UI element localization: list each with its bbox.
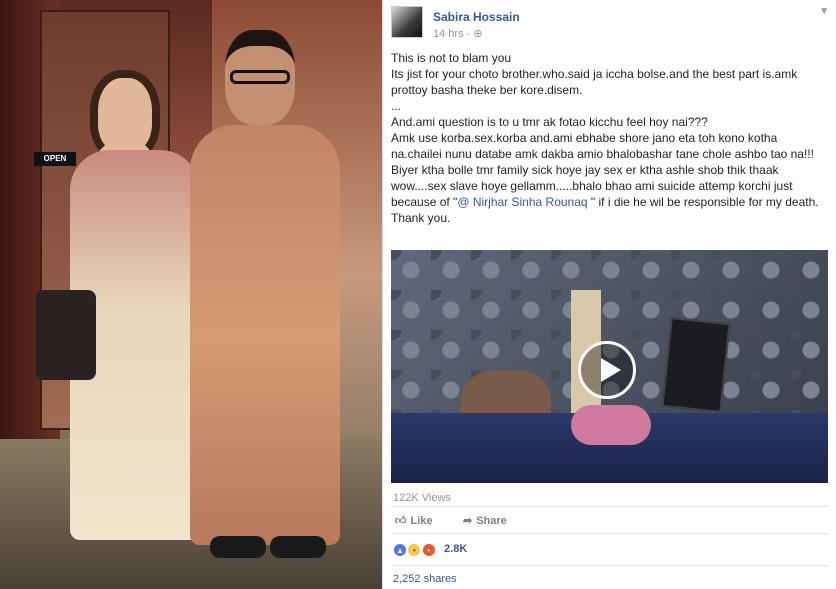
chevron-down-icon[interactable]: ▼: [819, 6, 829, 17]
video-phone: [661, 317, 731, 413]
shoe: [210, 536, 266, 558]
share-label: Share: [476, 515, 507, 527]
post-line: And.ami question is to u tmr ak fotao ki…: [391, 115, 708, 129]
person-man: [180, 30, 350, 550]
post-panel: Sabira Hossain 14 hrs · ⊕ ▼ This is not …: [382, 0, 836, 589]
thumbs-up-icon: 👍︎: [395, 515, 407, 527]
play-icon[interactable]: [578, 341, 636, 399]
reaction-count[interactable]: 2.8K: [444, 542, 467, 556]
man-body: [190, 125, 340, 545]
like-reaction-icon: ▲: [393, 543, 407, 557]
divider: [391, 565, 828, 566]
woman-head: [90, 70, 160, 160]
post-body: This is not to blam you Its jist for you…: [391, 50, 831, 226]
post-line: Amk use korba.sex.korba and.ami ebhabe s…: [391, 130, 831, 210]
post-header: Sabira Hossain 14 hrs · ⊕ ▼: [391, 6, 831, 42]
post-time[interactable]: 14 hrs: [433, 28, 464, 40]
share-count[interactable]: 2,252 shares: [393, 573, 457, 585]
handbag: [36, 290, 96, 380]
post-line-text: " if i die he wil be responsible for my …: [587, 195, 819, 209]
mention-link[interactable]: @ Nirjhar Sinha Rounaq: [457, 195, 587, 209]
view-count: 122K Views: [393, 492, 451, 504]
like-label: Like: [410, 515, 433, 527]
sad-reaction-icon: •: [407, 543, 422, 557]
reactions-summary[interactable]: ▲ • • 2.8K: [393, 542, 467, 558]
post-meta: 14 hrs · ⊕: [433, 27, 483, 40]
author-name[interactable]: Sabira Hossain: [433, 10, 520, 24]
shoe: [270, 536, 326, 558]
shared-photo[interactable]: OPEN: [0, 0, 382, 589]
author-avatar[interactable]: [391, 6, 423, 38]
privacy-icon: · ⊕: [466, 28, 483, 40]
video-blanket-pink: [571, 405, 651, 445]
share-arrow-icon: ➦: [463, 515, 473, 527]
action-bar: 👍︎ Like ➦ Share: [391, 506, 828, 534]
angry-reaction-icon: •: [421, 543, 436, 557]
like-button[interactable]: 👍︎ Like: [395, 514, 433, 527]
post-line: Its jist for your choto brother.who.said…: [391, 67, 798, 97]
share-button[interactable]: ➦ Share: [463, 514, 507, 527]
man-glasses: [230, 70, 290, 84]
post-line: ...: [391, 99, 402, 113]
post-line: This is not to blam you: [391, 51, 512, 65]
video-player[interactable]: [391, 250, 828, 483]
post-closing: Thank you.: [391, 211, 451, 225]
